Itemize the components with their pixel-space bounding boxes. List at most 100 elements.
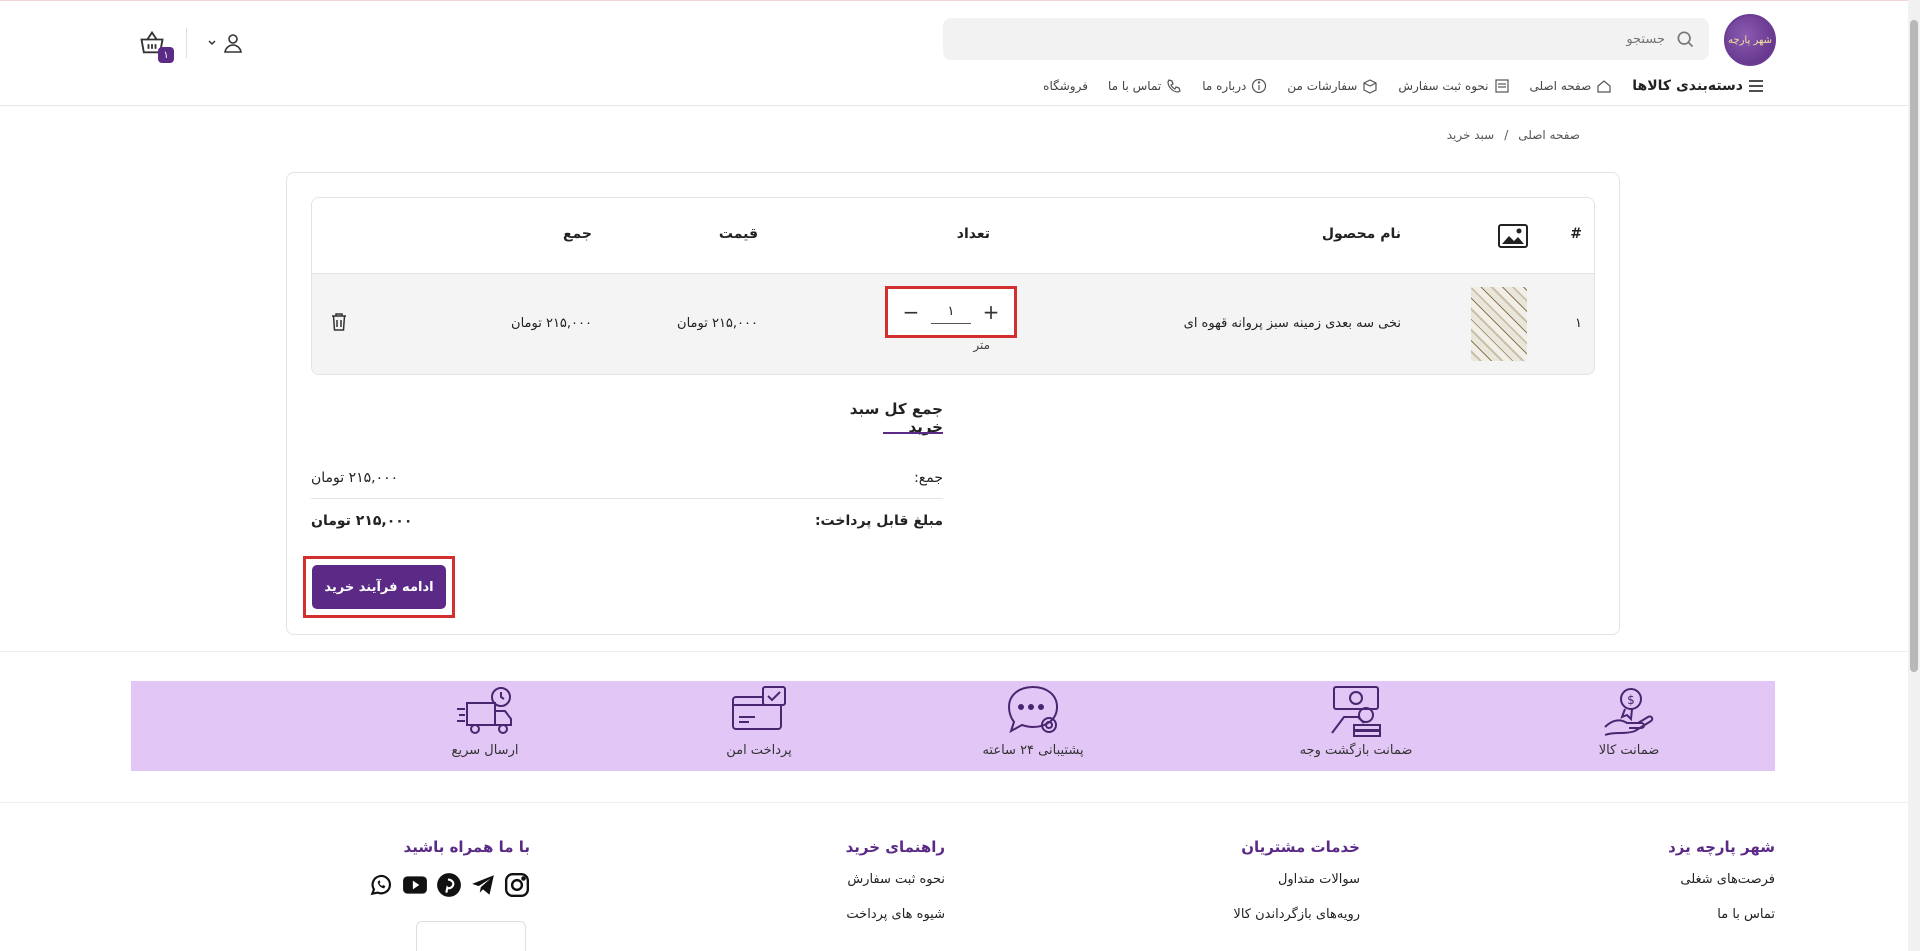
product-price: ۲۱۵,۰۰۰ تومان: [677, 316, 758, 331]
footer-column-title: با ما همراه باشید: [403, 838, 530, 856]
divider: [186, 28, 187, 58]
page-scrollbar[interactable]: [1908, 0, 1920, 951]
breadcrumb: صفحه اصلی / سبد خرید: [1447, 128, 1580, 142]
trust-badge[interactable]: [416, 921, 526, 951]
chevron-down-icon: [208, 40, 216, 46]
youtube-icon[interactable]: [402, 872, 428, 898]
whatsapp-icon[interactable]: [368, 872, 394, 898]
footer-column-title: خدمات مشتریان: [1241, 838, 1360, 856]
fast-delivery-icon: [457, 687, 512, 734]
social-links: [368, 872, 530, 898]
search-input[interactable]: [1365, 31, 1665, 47]
features-banner: $ ضمانت کالا ضمانت بازگشت وجه پشتیبانی ۲…: [131, 681, 1775, 771]
payable-value: ۲۱۵,۰۰۰ تومان: [311, 513, 413, 529]
header-quantity: تعداد: [956, 226, 990, 242]
feature-item: پرداخت امن: [679, 683, 839, 758]
site-logo[interactable]: شهر پارچه: [1724, 14, 1776, 66]
info-icon: [1252, 78, 1267, 94]
table-row: ۱ نخی سه بعدی زمینه سبز پروانه قهوه ای −…: [312, 274, 1594, 374]
cart-button[interactable]: ۱: [138, 29, 174, 63]
search-icon[interactable]: [1675, 29, 1695, 49]
footer-column: شهر پارچه یزد فرصت‌های شغلی تماس با ما: [1668, 838, 1775, 942]
phone-icon: [1167, 79, 1181, 93]
checkout-button[interactable]: ادامه فرآیند خرید: [312, 565, 446, 609]
footer-link[interactable]: تماس با ما: [1668, 907, 1775, 922]
payable-row: مبلغ قابل پرداخت: ۲۱۵,۰۰۰ تومان: [311, 513, 943, 529]
quantity-unit: متر: [973, 338, 990, 352]
footer-link[interactable]: فرصت‌های شغلی: [1668, 872, 1775, 887]
header-product-name: نام محصول: [1321, 226, 1401, 242]
feature-label: ضمانت بازگشت وجه: [1299, 743, 1413, 758]
title-underline: [883, 432, 943, 434]
footer-link[interactable]: شیوه های پرداخت: [846, 907, 945, 922]
nav-label: درباره ما: [1202, 79, 1247, 93]
secure-payment-icon: [732, 686, 786, 730]
cart-count-badge: ۱: [158, 47, 174, 63]
footer-column-title: شهر پارچه یزد: [1668, 838, 1775, 856]
scrollbar-thumb[interactable]: [1910, 20, 1918, 672]
nav-item-contact[interactable]: تماس با ما: [1108, 78, 1182, 94]
footer-link[interactable]: نحوه ثبت سفارش: [846, 872, 945, 887]
instagram-icon[interactable]: [504, 872, 530, 898]
feature-item: ضمانت بازگشت وجه: [1276, 683, 1436, 758]
divider: [0, 802, 1920, 803]
trash-icon[interactable]: [330, 312, 348, 332]
site-header: شهر پارچه ۱ دسته‌بندی کالاها صفحه اصلی ن…: [0, 6, 1920, 106]
checkout-highlight: ادامه فرآیند خرید: [303, 556, 455, 618]
feature-label: ارسال سریع: [451, 743, 519, 758]
nav-item-shop[interactable]: فروشگاه: [1043, 79, 1088, 93]
cart-card: # نام محصول تعداد قیمت جمع ۱ نخی سه بعدی…: [286, 172, 1620, 635]
box-icon: [1363, 79, 1377, 94]
row-index: ۱: [1575, 316, 1582, 331]
nav-item-about[interactable]: درباره ما: [1202, 78, 1267, 94]
nav-label: نحوه ثبت سفارش: [1398, 79, 1489, 93]
nav-label: دسته‌بندی کالاها: [1632, 78, 1743, 94]
breadcrumb-current: سبد خرید: [1446, 128, 1495, 142]
document-icon: [1494, 79, 1509, 93]
footer-column: راهنمای خرید نحوه ثبت سفارش شیوه های پرد…: [846, 838, 945, 942]
nav-label: صفحه اصلی: [1529, 79, 1592, 93]
table-header: # نام محصول تعداد قیمت جمع: [312, 198, 1594, 274]
cart-totals-title: جمع کل سبد خرید: [849, 400, 943, 436]
header-index: #: [1570, 226, 1582, 242]
nav-item-categories[interactable]: دسته‌بندی کالاها: [1632, 78, 1764, 94]
image-icon: [1498, 224, 1528, 248]
product-name[interactable]: نخی سه بعدی زمینه سبز پروانه قهوه ای: [1184, 316, 1401, 331]
subtotal-row: جمع: ۲۱۵,۰۰۰ تومان: [311, 470, 943, 499]
footer-link[interactable]: رویه‌های بازگرداندن کالا: [1233, 907, 1360, 922]
product-thumbnail[interactable]: [1471, 287, 1527, 361]
warranty-icon: $: [1604, 688, 1654, 736]
quantity-value[interactable]: ۱: [931, 300, 971, 324]
breadcrumb-home[interactable]: صفحه اصلی: [1518, 128, 1580, 142]
subtotal-value: ۲۱۵,۰۰۰ تومان: [311, 470, 399, 486]
feature-item: ارسال سریع: [405, 683, 565, 758]
nav-item-home[interactable]: صفحه اصلی: [1530, 78, 1613, 94]
increase-qty-button[interactable]: +: [976, 297, 1006, 327]
user-menu-button[interactable]: [207, 31, 245, 55]
main-nav: دسته‌بندی کالاها صفحه اصلی نحوه ثبت سفار…: [1043, 78, 1764, 94]
decrease-qty-button[interactable]: −: [896, 297, 926, 327]
feature-item: پشتیبانی ۲۴ ساعته: [953, 683, 1113, 758]
cart-table: # نام محصول تعداد قیمت جمع ۱ نخی سه بعدی…: [311, 197, 1595, 375]
footer-column-title: راهنمای خرید: [845, 838, 945, 856]
nav-label: تماس با ما: [1107, 79, 1162, 93]
home-icon: [1597, 80, 1611, 93]
feature-label: پشتیبانی ۲۴ ساعته: [982, 743, 1084, 758]
row-total: ۲۱۵,۰۰۰ تومان: [511, 316, 592, 331]
nav-label: سفارشات من: [1287, 79, 1358, 93]
breadcrumb-separator: /: [1504, 128, 1509, 142]
subtotal-label: جمع:: [914, 470, 943, 486]
payable-label: مبلغ قابل پرداخت:: [814, 513, 943, 529]
support-icon: [1007, 685, 1059, 734]
nav-item-order-guide[interactable]: نحوه ثبت سفارش: [1398, 78, 1509, 94]
search-bar[interactable]: [943, 18, 1709, 60]
pinterest-icon[interactable]: [436, 872, 462, 898]
feature-item: $ ضمانت کالا: [1549, 683, 1709, 758]
money-back-icon: [1331, 686, 1381, 737]
header-actions: ۱: [138, 28, 245, 63]
footer-link[interactable]: سوالات متداول: [1233, 872, 1360, 887]
telegram-icon[interactable]: [470, 872, 496, 898]
nav-label: فروشگاه: [1043, 79, 1088, 93]
nav-item-my-orders[interactable]: سفارشات من: [1287, 78, 1378, 94]
menu-icon: [1749, 80, 1763, 92]
